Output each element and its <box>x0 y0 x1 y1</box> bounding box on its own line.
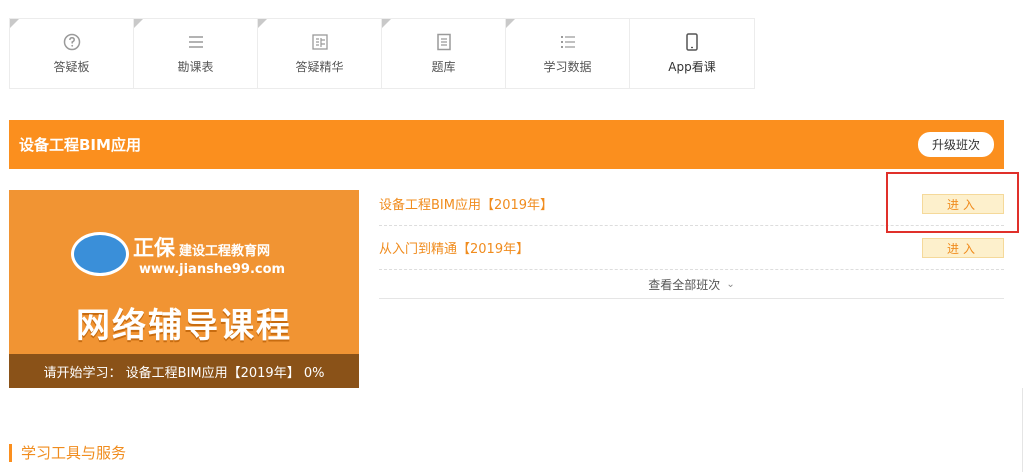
view-all-label: 查看全部班次 <box>648 277 721 292</box>
course-title: 设备工程BIM应用 <box>19 136 141 154</box>
mobile-phone-icon <box>682 32 702 52</box>
tool-label: 答疑板 <box>53 60 90 74</box>
chevron-down-icon: ⌄ <box>726 278 735 290</box>
bullet-list-icon <box>558 32 578 52</box>
tool-question-bank[interactable]: 题库 <box>382 19 506 88</box>
course-banner[interactable]: 正保 建设工程教育网 www.jianshe99.com 网络辅导课程 请开始学习… <box>9 190 359 388</box>
corner-tag <box>10 19 19 28</box>
tool-schedule[interactable]: 勘课表 <box>134 19 258 88</box>
tool-label: 勘课表 <box>177 60 214 74</box>
book-glyph-icon <box>310 32 330 52</box>
tool-answer-board[interactable]: 答疑板 <box>10 19 134 88</box>
tool-answer-essence[interactable]: 答疑精华 <box>258 19 382 88</box>
section-title: 学习工具与服务 <box>9 444 126 462</box>
course-header: 设备工程BIM应用 升级班次 <box>9 120 1004 169</box>
view-all-classes-link[interactable]: 查看全部班次 ⌄ <box>379 270 1004 299</box>
tool-label: 题库 <box>431 60 456 74</box>
banner-url: www.jianshe99.com <box>139 262 286 277</box>
class-name[interactable]: 从入门到精通【2019年】 <box>379 238 529 257</box>
corner-tag <box>258 19 267 28</box>
brand-logo-icon <box>71 232 129 276</box>
tool-study-data[interactable]: 学习数据 <box>506 19 630 88</box>
enter-class-button[interactable]: 进入 <box>922 237 1004 258</box>
upgrade-class-button[interactable]: 升级班次 <box>917 132 994 157</box>
divider <box>1022 388 1023 472</box>
study-toolbar: 答疑板 勘课表 答疑精华 题库 学习数据 App看课 <box>9 18 755 89</box>
tool-label: 学习数据 <box>543 60 592 74</box>
tool-label: 答疑精华 <box>295 60 344 74</box>
tool-label: App看课 <box>668 60 716 74</box>
document-icon <box>434 32 454 52</box>
class-name[interactable]: 设备工程BIM应用【2019年】 <box>379 194 553 213</box>
list-lines-icon <box>186 32 206 52</box>
banner-headline: 网络辅导课程 <box>76 306 292 346</box>
highlight-box <box>886 172 1019 233</box>
banner-brand: 正保 建设工程教育网 <box>133 232 270 262</box>
corner-tag <box>506 19 515 28</box>
corner-tag <box>134 19 143 28</box>
tool-app-course[interactable]: App看课 <box>630 19 754 88</box>
start-study-caption: 请开始学习： 设备工程BIM应用【2019年】 0% <box>9 354 359 388</box>
corner-tag <box>382 19 391 28</box>
brand-subtitle: 建设工程教育网 <box>179 244 271 259</box>
brand-name: 正保 <box>133 236 175 260</box>
question-circle-icon <box>62 32 82 52</box>
